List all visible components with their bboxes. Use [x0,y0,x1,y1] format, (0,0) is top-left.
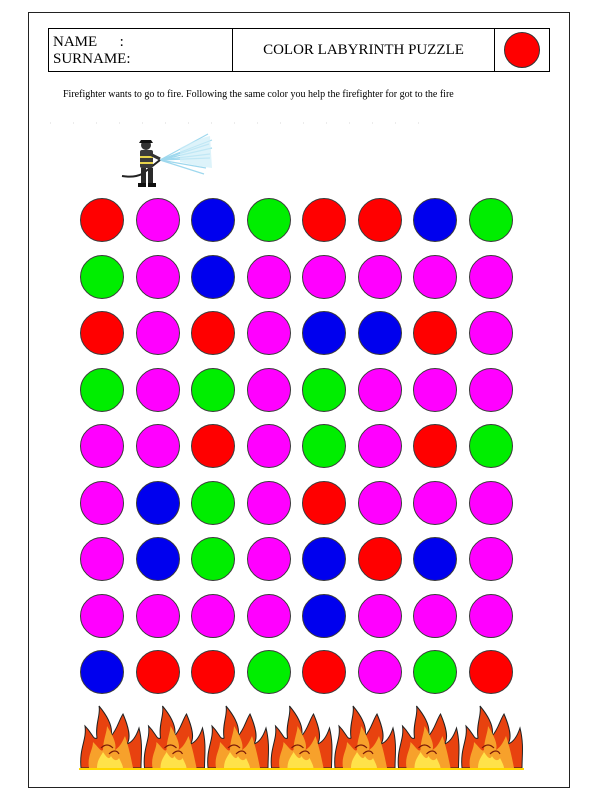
magenta-dot[interactable] [357,254,402,299]
magenta-dot[interactable] [468,367,513,412]
red-dot[interactable] [191,311,235,355]
blue-dot[interactable] [302,537,346,581]
red-dot[interactable] [191,650,235,694]
blue-dot[interactable] [413,537,457,581]
name-label: NAME : [53,34,124,50]
fire-row [79,705,524,770]
magenta-dot[interactable] [135,254,180,299]
magenta-dot[interactable] [413,254,457,299]
fire-icon [334,705,396,769]
red-dot[interactable] [302,650,346,694]
red-dot[interactable] [468,650,513,694]
green-dot[interactable] [191,367,235,412]
magenta-dot[interactable] [468,593,513,638]
green-dot[interactable] [246,650,291,694]
fire-icon [397,705,460,769]
fire-icon [143,705,206,769]
instruction-text: Firefighter wants to go to fire. Followi… [63,89,454,100]
blue-dot[interactable] [302,311,346,355]
green-dot[interactable] [191,480,235,525]
green-dot[interactable] [246,198,291,242]
magenta-dot[interactable] [357,593,402,638]
blue-dot[interactable] [80,650,124,694]
blue-dot[interactable] [191,198,235,242]
green-dot[interactable] [80,367,124,412]
fire-icon [80,705,142,769]
blue-dot[interactable] [191,254,235,299]
magenta-dot[interactable] [357,367,402,412]
target-color-dot [504,32,540,68]
magenta-dot[interactable] [413,480,457,525]
blue-dot[interactable] [413,198,457,242]
magenta-dot[interactable] [468,537,513,581]
green-dot[interactable] [302,424,346,468]
red-dot[interactable] [357,537,402,581]
fire-icon [461,705,523,769]
red-dot[interactable] [413,311,457,355]
green-dot[interactable] [413,650,457,694]
magenta-dot[interactable] [80,424,124,468]
magenta-dot[interactable] [246,537,291,581]
badge-cell [495,29,549,71]
magenta-dot[interactable] [135,367,180,412]
magenta-dot[interactable] [246,593,291,638]
red-dot[interactable] [80,198,124,242]
green-dot[interactable] [80,254,124,299]
magenta-dot[interactable] [246,254,291,299]
header-table: NAME : SURNAME: COLOR LABYRINTH PUZZLE [48,28,550,72]
green-dot[interactable] [302,367,346,412]
blue-dot[interactable] [357,311,402,355]
green-dot[interactable] [468,198,513,242]
magenta-dot[interactable] [468,254,513,299]
red-dot[interactable] [302,198,346,242]
firefighter-icon [121,133,213,187]
magenta-dot[interactable] [357,424,402,468]
magenta-dot[interactable] [246,311,291,355]
puzzle-title: COLOR LABYRINTH PUZZLE [233,29,495,71]
red-dot[interactable] [80,311,124,355]
magenta-dot[interactable] [468,480,513,525]
magenta-dot[interactable] [357,480,402,525]
red-dot[interactable] [357,198,402,242]
red-dot[interactable] [302,480,346,525]
magenta-dot[interactable] [302,254,346,299]
magenta-dot[interactable] [468,311,513,355]
name-cell: NAME : SURNAME: [49,29,233,71]
blue-dot[interactable] [135,537,180,581]
fire-icon [207,705,269,769]
red-dot[interactable] [413,424,457,468]
red-dot[interactable] [191,424,235,468]
magenta-dot[interactable] [246,424,291,468]
green-dot[interactable] [468,424,513,468]
fire-icon [270,705,333,769]
magenta-dot[interactable] [135,593,180,638]
magenta-dot[interactable] [413,367,457,412]
magenta-dot[interactable] [191,593,235,638]
green-dot[interactable] [191,537,235,581]
blue-dot[interactable] [302,593,346,638]
faint-dotted-line [50,122,420,124]
magenta-dot[interactable] [246,480,291,525]
magenta-dot[interactable] [80,593,124,638]
magenta-dot[interactable] [80,480,124,525]
magenta-dot[interactable] [246,367,291,412]
magenta-dot[interactable] [135,311,180,355]
surname-label: SURNAME: [53,51,131,67]
magenta-dot[interactable] [413,593,457,638]
magenta-dot[interactable] [357,650,402,694]
magenta-dot[interactable] [135,198,180,242]
blue-dot[interactable] [135,480,180,525]
color-grid [80,198,520,694]
magenta-dot[interactable] [80,537,124,581]
magenta-dot[interactable] [135,424,180,468]
red-dot[interactable] [135,650,180,694]
